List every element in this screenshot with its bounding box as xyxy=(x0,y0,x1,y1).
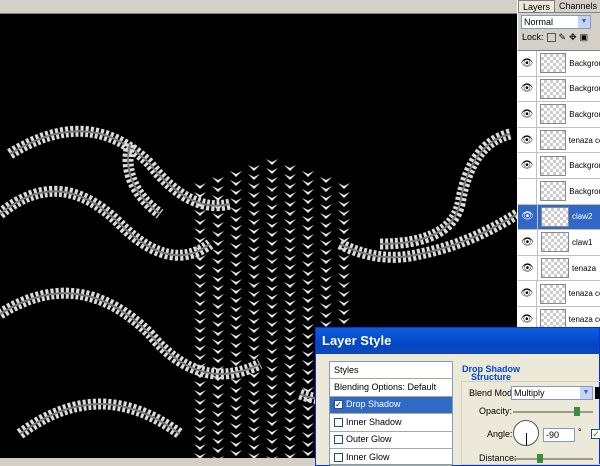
layer-thumbnail xyxy=(541,232,569,253)
shadow-blend-select[interactable]: Multiply ▼ xyxy=(511,386,593,400)
eye-icon[interactable] xyxy=(518,178,537,204)
global-light-checkbox[interactable]: ✓ xyxy=(591,429,600,439)
layer-thumbnail xyxy=(539,53,567,74)
lock-row: Lock: ✎ ✥ ▣ xyxy=(518,29,600,45)
distance-slider-handle[interactable] xyxy=(537,454,543,463)
style-item-label: Drop Shadow xyxy=(346,399,401,410)
shadow-blend-value: Multiply xyxy=(514,388,545,398)
style-item[interactable]: Inner Shadow xyxy=(330,414,452,432)
layer-name: claw2 xyxy=(572,212,593,222)
layer-name: tenaza co xyxy=(568,289,600,299)
layer-name: tenaza co xyxy=(568,314,600,324)
chevron-down-icon: ▼ xyxy=(580,387,592,399)
style-item-label: Inner Glow xyxy=(346,451,390,462)
eye-icon[interactable]: 👁 xyxy=(518,127,537,153)
eye-icon[interactable]: 👁 xyxy=(518,255,538,281)
lock-transparency-icon[interactable] xyxy=(546,32,556,42)
style-checkbox[interactable]: ✓ xyxy=(334,400,343,410)
layer-thumbnail xyxy=(539,78,567,99)
eye-icon[interactable]: 👁 xyxy=(518,102,537,127)
layer-row[interactable]: 👁 Backgrou xyxy=(518,102,600,128)
angle-label: Angle: xyxy=(487,429,513,439)
layer-name: tenaza xyxy=(572,263,597,273)
dialog-title[interactable]: Layer Style xyxy=(316,328,599,354)
layer-thumbnail xyxy=(539,155,567,176)
style-checkbox[interactable] xyxy=(334,452,343,462)
chevron-down-icon: ▼ xyxy=(578,16,590,28)
layer-thumbnail xyxy=(541,206,569,227)
eye-icon[interactable]: 👁 xyxy=(518,153,537,178)
layer-name: Backgrou xyxy=(569,109,600,119)
style-item-label: Outer Glow xyxy=(346,434,392,445)
style-checkbox[interactable] xyxy=(334,417,343,427)
lock-all-icon[interactable]: ▣ xyxy=(580,29,589,45)
blend-mode-value: Normal xyxy=(524,17,554,27)
eye-icon[interactable]: 👁 xyxy=(518,51,537,76)
opacity-slider[interactable] xyxy=(513,411,593,413)
opacity-label: Opacity: xyxy=(479,406,513,416)
style-item[interactable]: Inner Glow xyxy=(330,449,452,466)
style-item[interactable]: Blending Options: Default xyxy=(330,379,452,397)
style-item-label: Inner Shadow xyxy=(346,416,402,427)
eye-icon[interactable]: 👁 xyxy=(518,204,538,230)
layer-name: claw1 xyxy=(572,237,593,247)
degree-symbol: ° xyxy=(578,427,582,437)
shadow-color-swatch[interactable] xyxy=(595,387,600,399)
layer-thumbnail xyxy=(539,181,567,202)
layer-row[interactable]: Backgrou xyxy=(518,178,600,205)
layer-list: 👁 Backgrou 👁 Backgrou 👁 Backgrou 👁 tenaza co 👁 Ba… xyxy=(518,50,600,330)
eye-icon[interactable]: 👁 xyxy=(518,230,538,255)
layer-thumbnail xyxy=(541,258,569,279)
drop-shadow-panel: Drop Shadow Structure Blend Mode: Multip… xyxy=(457,361,600,465)
layer-row[interactable]: 👁 tenaza co xyxy=(518,281,600,307)
style-item[interactable]: ✓ Drop Shadow xyxy=(330,396,452,415)
tab-layers[interactable]: Layers xyxy=(518,0,556,12)
angle-dial[interactable] xyxy=(513,420,539,446)
panel-tabs: Layers Channels xyxy=(518,0,600,13)
layer-row[interactable]: 👁 Backgrou xyxy=(518,51,600,77)
lock-brush-icon[interactable]: ✎ xyxy=(559,29,567,45)
distance-label: Distance: xyxy=(479,453,517,463)
opacity-slider-handle[interactable] xyxy=(574,407,580,416)
layer-thumbnail xyxy=(539,283,566,304)
layer-row[interactable]: 👁 Backgrou xyxy=(518,76,600,103)
layer-thumbnail xyxy=(539,130,566,151)
tab-channels[interactable]: Channels xyxy=(555,0,600,12)
styles-list: Styles Blending Options: Default ✓ Drop Sh… xyxy=(329,361,453,466)
lock-label: Lock: xyxy=(522,32,544,42)
layer-row[interactable]: 👁 Backgrou xyxy=(518,153,600,179)
eye-icon[interactable]: 👁 xyxy=(518,76,537,102)
canvas-ruler xyxy=(0,0,517,14)
layer-name: Backgrou xyxy=(569,186,600,196)
layer-name: Backgrou xyxy=(569,58,600,68)
angle-dial-hand xyxy=(526,433,527,445)
layer-style-dialog: Layer Style Styles Blending Options: Def… xyxy=(315,327,600,466)
layer-name: tenaza co xyxy=(568,135,600,145)
lock-move-icon[interactable]: ✥ xyxy=(569,29,577,45)
style-item-label: Blending Options: Default xyxy=(334,382,437,393)
eye-icon[interactable]: 👁 xyxy=(518,281,537,306)
styles-header[interactable]: Styles xyxy=(330,362,452,380)
layer-row[interactable]: 👁 tenaza xyxy=(518,255,600,282)
layer-row[interactable]: 👁 claw2 xyxy=(518,204,600,231)
style-checkbox[interactable] xyxy=(334,435,343,445)
style-item[interactable]: Outer Glow xyxy=(330,432,452,449)
layer-name: Backgrou xyxy=(569,161,600,171)
layer-row[interactable]: 👁 claw1 xyxy=(518,230,600,256)
blend-mode-select[interactable]: Normal ▼ xyxy=(521,15,591,29)
distance-slider[interactable] xyxy=(513,458,593,460)
layer-name: Backgrou xyxy=(569,84,600,94)
layer-thumbnail xyxy=(539,104,567,125)
angle-input[interactable]: -90 xyxy=(543,428,575,442)
layers-panel: Layers Channels Normal ▼ Lock: ✎ ✥ ▣ 👁 Ba… xyxy=(517,0,600,330)
layer-row[interactable]: 👁 tenaza co xyxy=(518,127,600,154)
